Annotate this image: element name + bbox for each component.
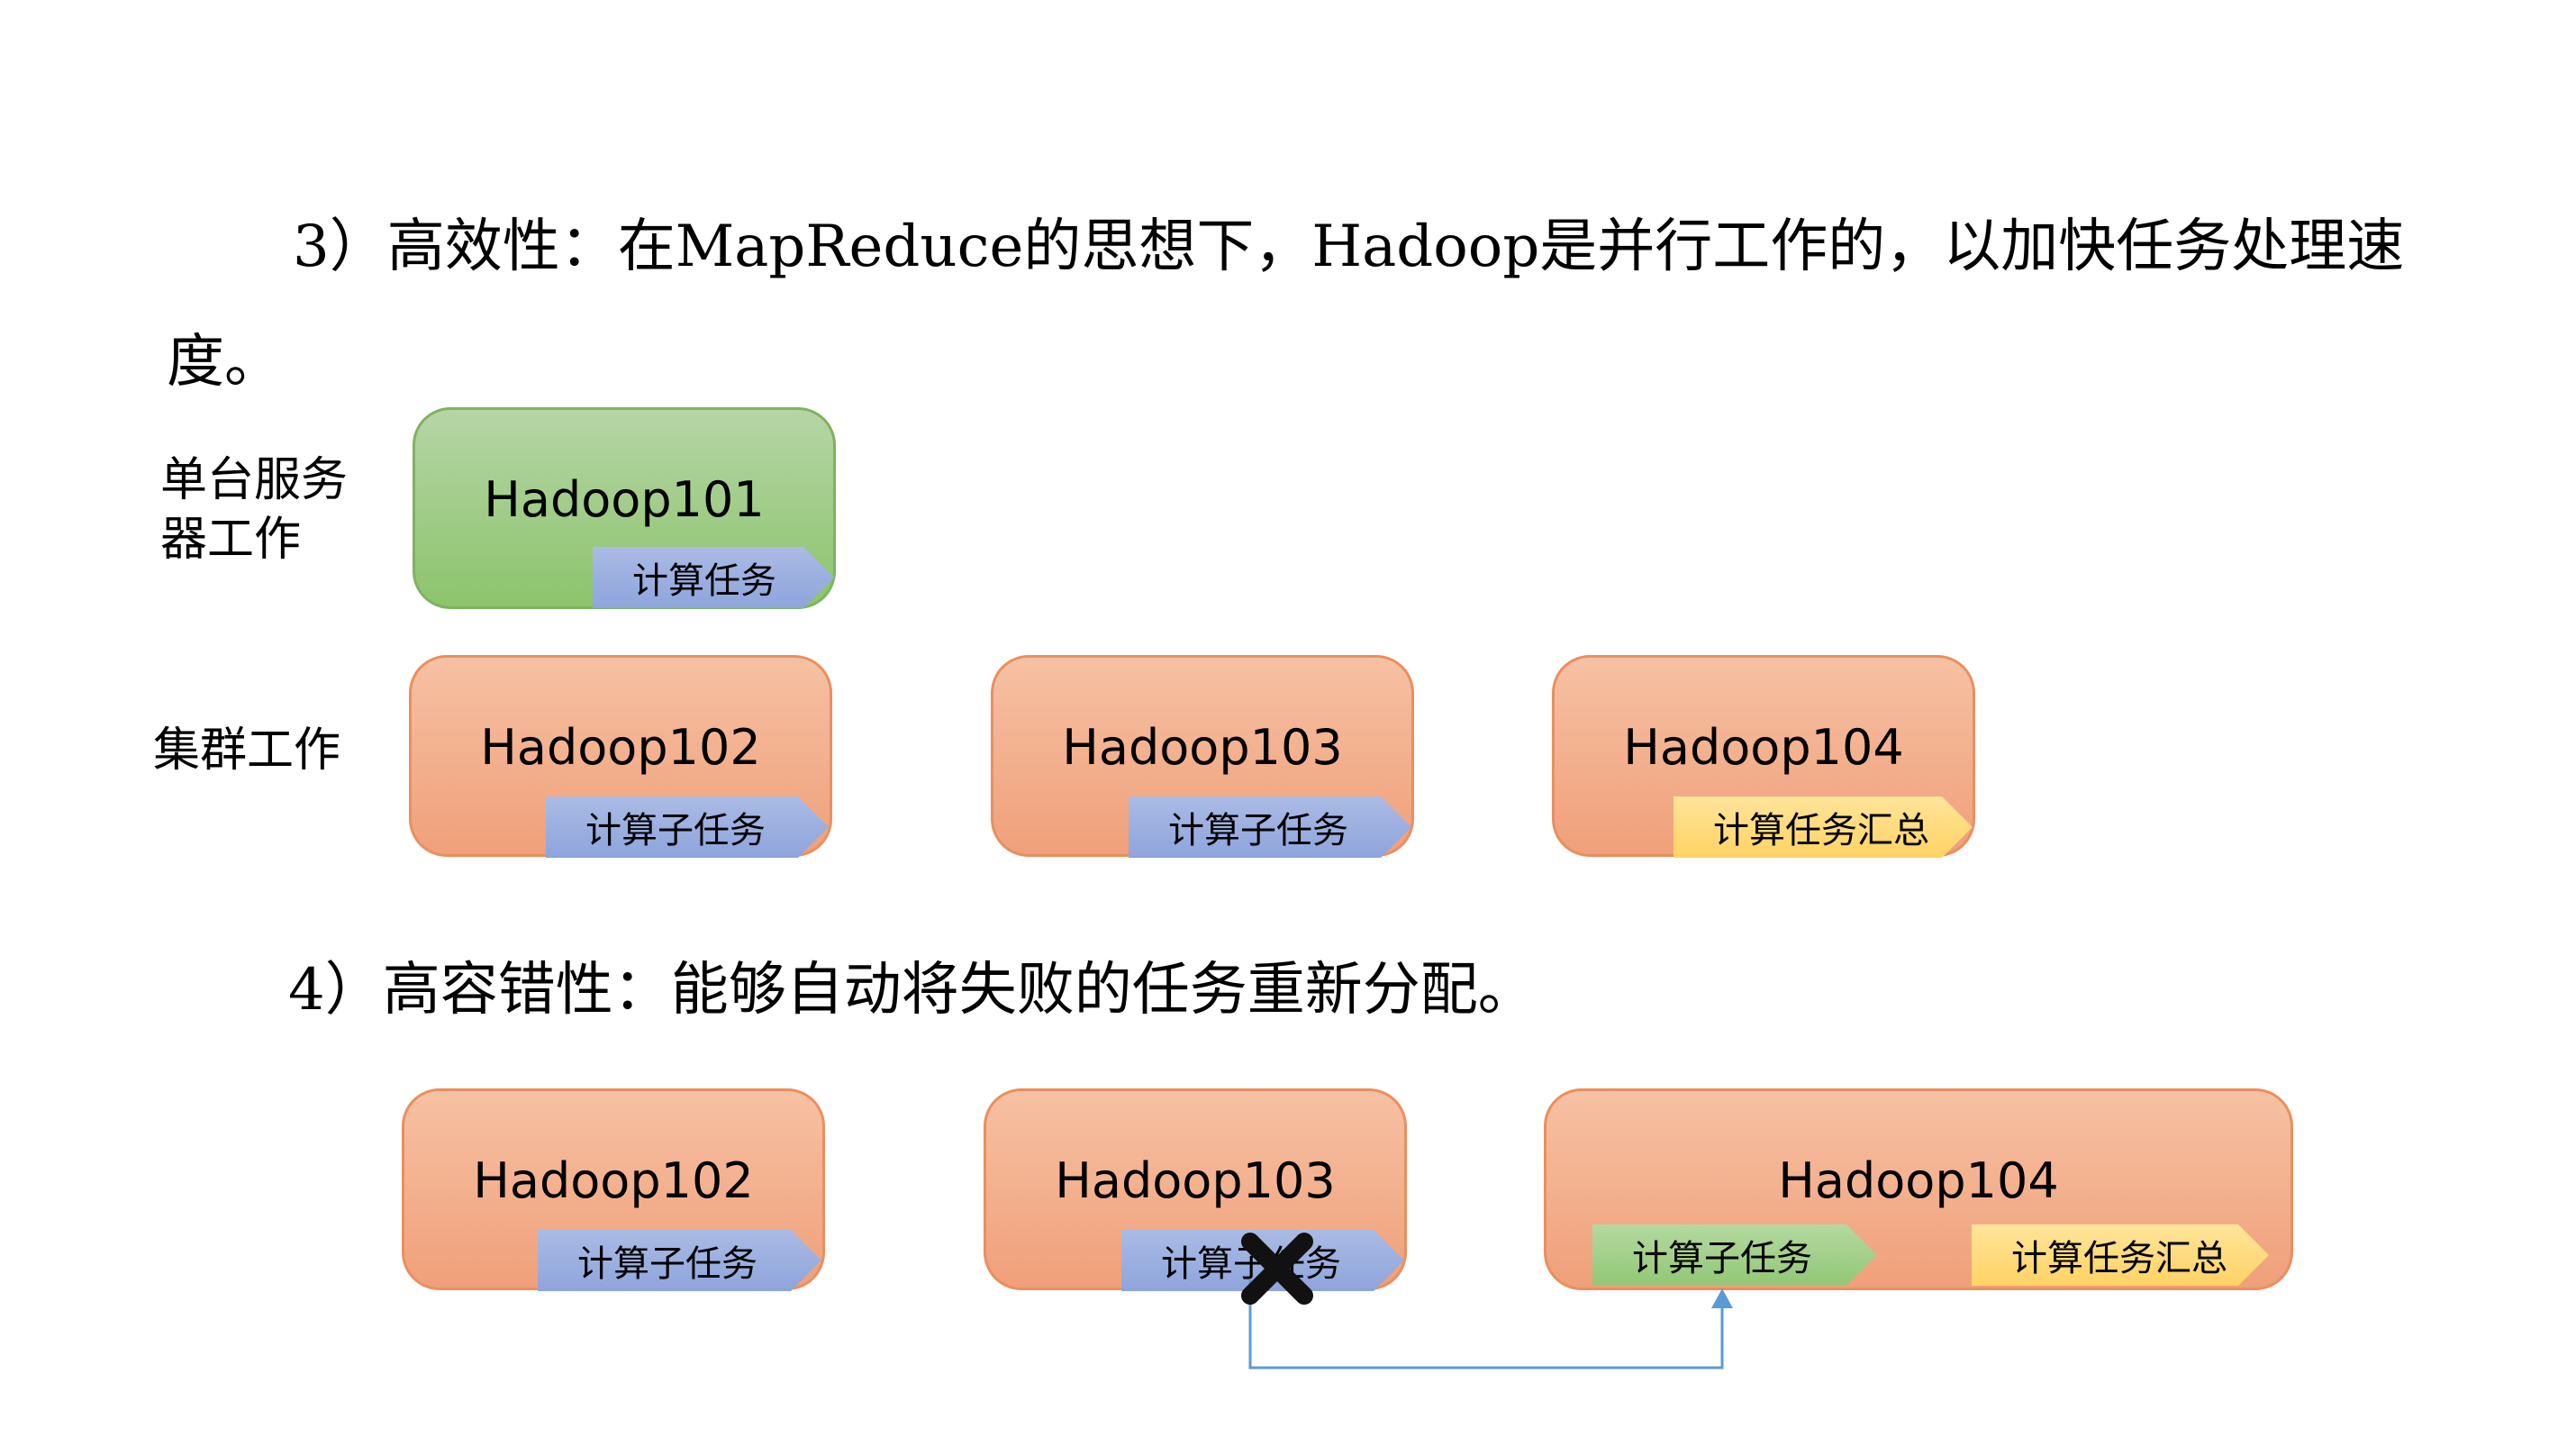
- fail-x-icon: [1241, 1233, 1313, 1305]
- reassign-arrow: [1248, 1279, 1733, 1370]
- arrow-line: [1248, 1279, 1724, 1370]
- arrow-head: [1711, 1288, 1733, 1308]
